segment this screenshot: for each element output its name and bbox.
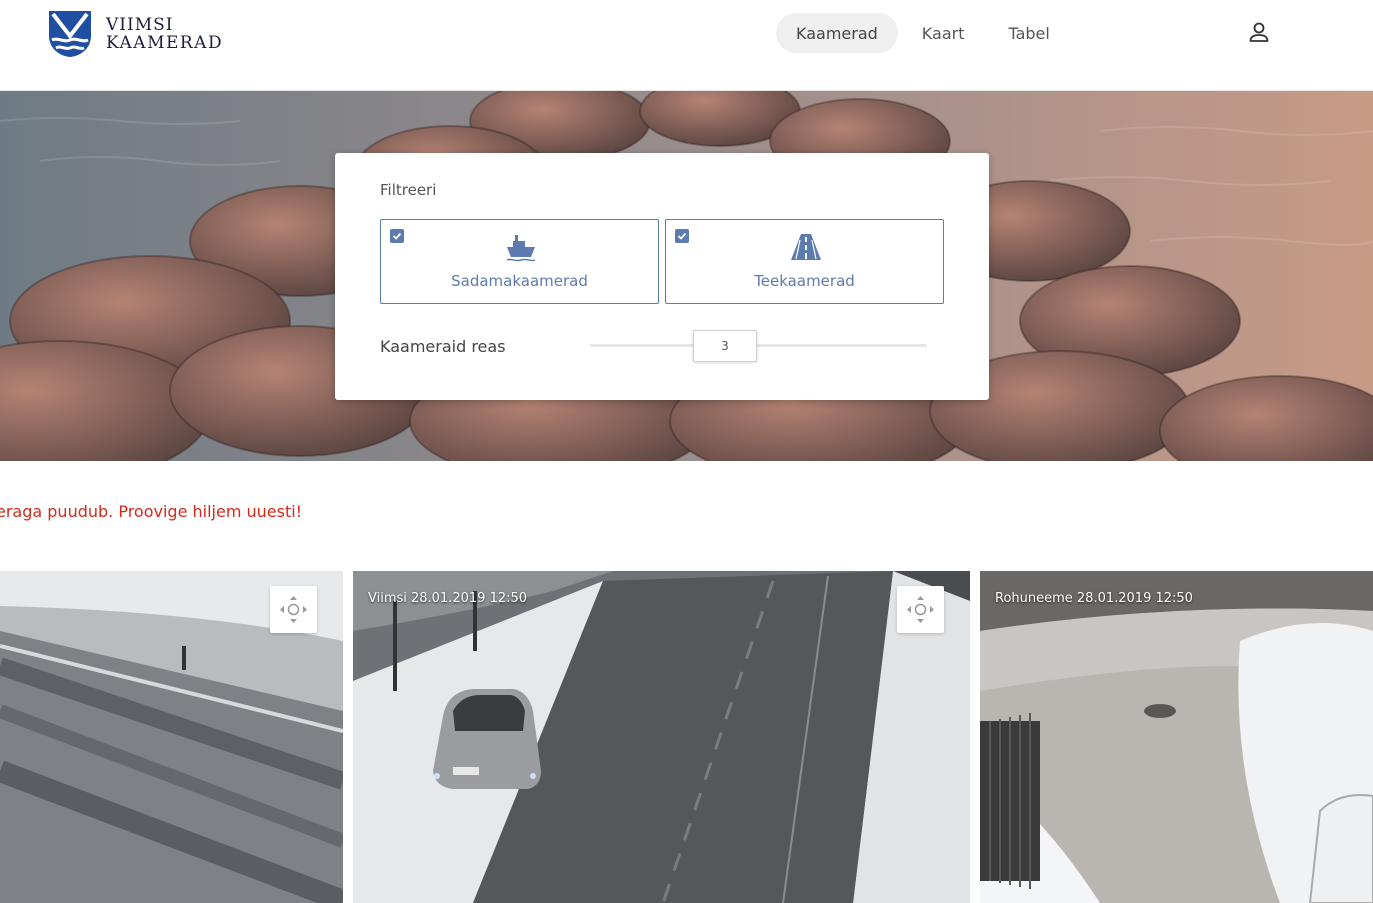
- ptz-icon: [280, 596, 307, 623]
- camera-tile[interactable]: Viimsi 28.01.2019 12:50: [353, 571, 970, 903]
- harbour-cameras-label: Sadamakaamerad: [451, 272, 588, 290]
- road-cameras-label: Teekaamerad: [754, 272, 855, 290]
- site-header: VIIMSI KAAMERAD Kaamerad Kaart Tabel: [0, 0, 1373, 91]
- camera-tile[interactable]: [0, 571, 343, 903]
- camera-image: [980, 571, 1373, 903]
- nav-item-kaamerad[interactable]: Kaamerad: [776, 13, 898, 53]
- cameras-per-row-slider-track[interactable]: [590, 344, 927, 347]
- main-nav: Kaamerad Kaart Tabel: [776, 13, 1070, 53]
- camera-tile[interactable]: Rohuneeme 28.01.2019 12:50: [980, 571, 1373, 903]
- check-icon: [677, 232, 687, 240]
- nav-item-kaart[interactable]: Kaart: [902, 13, 985, 53]
- camera-caption: Rohuneeme 28.01.2019 12:50: [995, 591, 1193, 606]
- camera-image: [353, 571, 970, 903]
- camera-caption: Viimsi 28.01.2019 12:50: [368, 591, 528, 606]
- error-message: eraga puudub. Proovige hiljem uuesti!: [0, 502, 303, 521]
- user-icon[interactable]: [1247, 20, 1271, 44]
- nav-item-tabel[interactable]: Tabel: [988, 13, 1069, 53]
- harbour-cameras-checkbox[interactable]: [390, 229, 404, 243]
- filter-title: Filtreeri: [380, 181, 437, 199]
- logo-text: VIIMSI KAAMERAD: [106, 16, 223, 52]
- road-cameras-toggle[interactable]: Teekaamerad: [665, 219, 944, 304]
- cameras-per-row-label: Kaameraid reas: [380, 337, 506, 356]
- logo-line-1: VIIMSI: [106, 15, 174, 35]
- cameras-per-row-slider-handle[interactable]: 3: [693, 330, 757, 362]
- check-icon: [392, 232, 402, 240]
- ship-icon: [506, 235, 536, 262]
- road-cameras-checkbox[interactable]: [675, 229, 689, 243]
- road-icon: [791, 234, 821, 260]
- car: [433, 689, 541, 789]
- logo-line-2: KAAMERAD: [106, 33, 224, 53]
- ptz-icon: [907, 596, 934, 623]
- filter-panel: Filtreeri Sadamakaamerad Teekaamerad Kaa…: [335, 153, 989, 400]
- harbour-cameras-toggle[interactable]: Sadamakaamerad: [380, 219, 659, 304]
- site-logo[interactable]: VIIMSI KAAMERAD: [48, 10, 223, 58]
- ptz-control-button[interactable]: [270, 586, 317, 633]
- viimsi-shield-icon: [49, 11, 91, 57]
- ptz-control-button[interactable]: [897, 586, 944, 633]
